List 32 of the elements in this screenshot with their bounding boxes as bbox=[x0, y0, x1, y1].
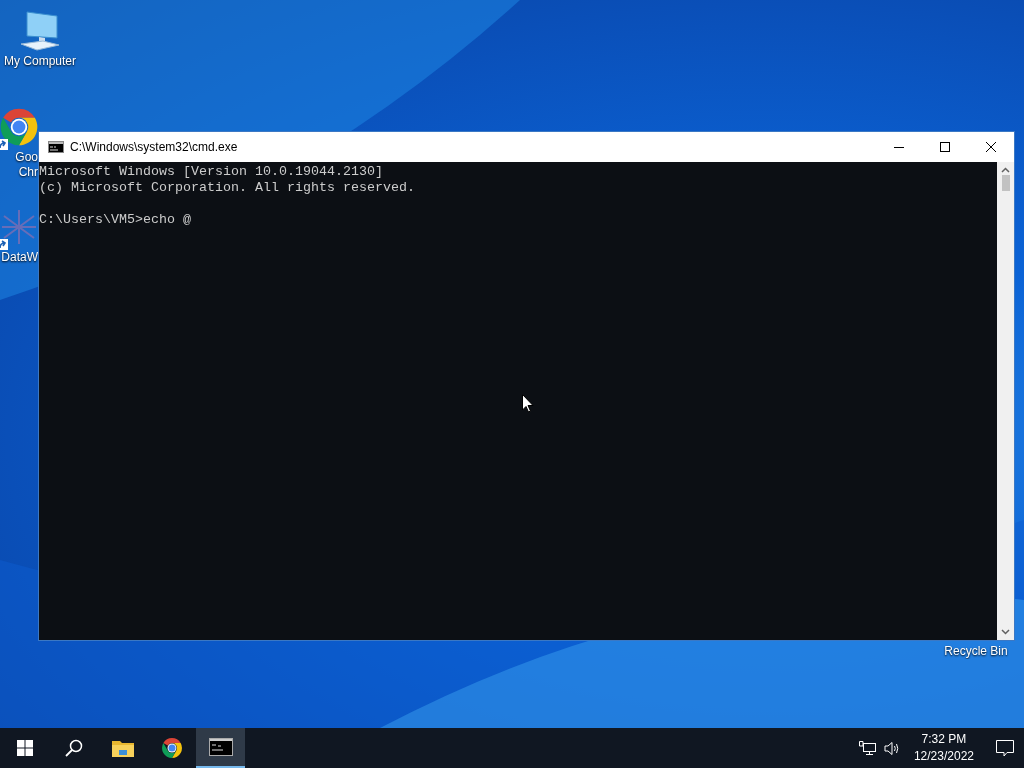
clock-date[interactable]: 12/23/2022 bbox=[913, 748, 974, 765]
speaker-icon[interactable] bbox=[883, 740, 900, 756]
chrome-icon bbox=[159, 736, 184, 760]
scroll-down-icon[interactable] bbox=[1001, 629, 1010, 635]
clock-time[interactable]: 7:32 PM bbox=[921, 731, 967, 748]
mouse-cursor-icon bbox=[522, 394, 534, 413]
shortcut-arrow-icon bbox=[0, 239, 8, 250]
close-icon bbox=[986, 142, 996, 152]
windows-logo-icon bbox=[16, 740, 33, 756]
notification-icon[interactable] bbox=[996, 739, 1014, 757]
shortcut-arrow-icon bbox=[0, 139, 8, 150]
icon-label: Goo bbox=[15, 150, 38, 165]
taskbar-button[interactable] bbox=[196, 728, 245, 768]
console-line: (c) Microsoft Corporation. All rights reserved. bbox=[39, 180, 415, 196]
window-title: C:\Windows\system32\cmd.exe bbox=[70, 140, 239, 154]
grid-logo-icon bbox=[0, 208, 38, 246]
folder-icon bbox=[111, 739, 134, 757]
terminal-icon bbox=[48, 141, 64, 153]
icon-label: Recycle Bin bbox=[944, 644, 1008, 659]
icon-label: My Computer bbox=[4, 54, 76, 69]
console-line: Microsoft Windows [Version 10.0.19044.2130] bbox=[39, 164, 383, 180]
icon-label: Chr bbox=[18, 165, 38, 180]
maximize-icon bbox=[940, 142, 950, 152]
scroll-up-icon[interactable] bbox=[1001, 167, 1010, 173]
icon-label: DataW bbox=[1, 250, 38, 265]
command-prompt[interactable]: C:\Users\VM5>echo @ bbox=[39, 212, 191, 228]
network-icon[interactable] bbox=[858, 740, 876, 756]
scroll-thumb[interactable] bbox=[1001, 175, 1010, 191]
computer-icon bbox=[19, 10, 61, 52]
scrollbar[interactable] bbox=[997, 162, 1014, 640]
search-icon bbox=[64, 739, 83, 757]
terminal-icon bbox=[208, 738, 233, 756]
